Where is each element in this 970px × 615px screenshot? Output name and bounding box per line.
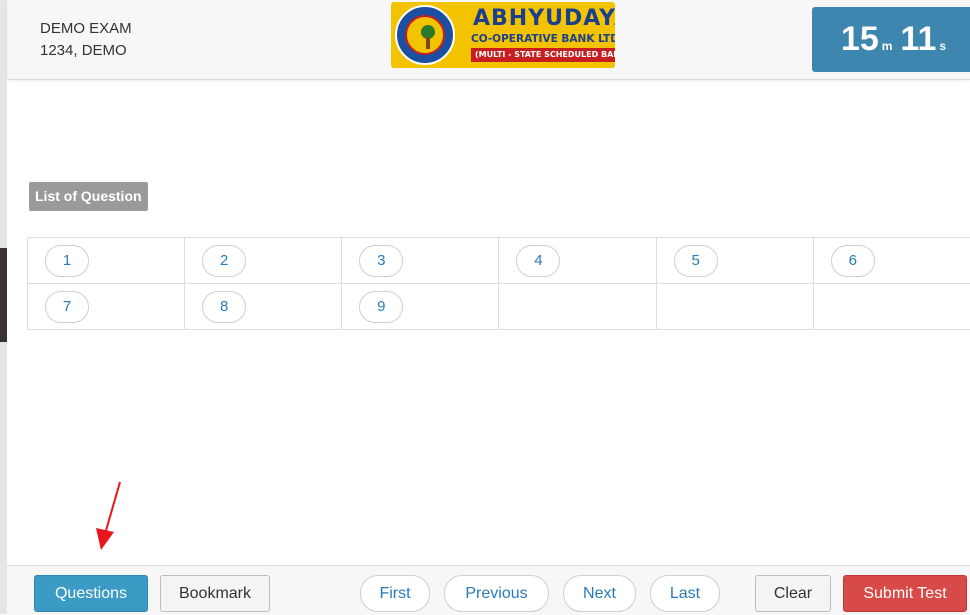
question-button-7[interactable]: 7	[45, 291, 89, 323]
questions-button[interactable]: Questions	[34, 575, 148, 612]
question-button-1[interactable]: 1	[45, 245, 89, 277]
timer-minutes-unit: m	[882, 39, 893, 53]
exam-name: DEMO EXAM	[40, 18, 132, 40]
last-button[interactable]: Last	[650, 575, 720, 612]
question-cell-empty	[656, 284, 813, 330]
countdown-timer: 15m 11s	[812, 7, 970, 72]
timer-seconds-unit: s	[939, 39, 946, 53]
timer-minutes: 15	[841, 20, 879, 58]
candidate-info: DEMO EXAM 1234, DEMO	[40, 18, 132, 62]
header: DEMO EXAM 1234, DEMO ABHYUDAYA CO-OPERAT…	[7, 0, 970, 80]
question-list-label: List of Question	[29, 182, 148, 211]
bank-logo: ABHYUDAYA CO-OPERATIVE BANK LTD. (MULTI …	[391, 2, 615, 68]
timer-seconds: 11	[900, 20, 936, 58]
question-button-4[interactable]: 4	[516, 245, 560, 277]
red-arrow-icon	[92, 480, 132, 552]
bank-name: ABHYUDAYA	[473, 6, 615, 31]
question-cell: 6	[813, 238, 970, 284]
previous-button[interactable]: Previous	[444, 575, 549, 612]
submit-test-button[interactable]: Submit Test	[843, 575, 967, 612]
bank-seal-icon	[395, 5, 455, 65]
question-cell-empty	[499, 284, 656, 330]
question-button-9[interactable]: 9	[359, 291, 403, 323]
question-button-2[interactable]: 2	[202, 245, 246, 277]
question-button-3[interactable]: 3	[359, 245, 403, 277]
question-cell: 9	[342, 284, 499, 330]
left-edge-dark-block	[0, 248, 7, 342]
bank-subtitle: CO-OPERATIVE BANK LTD.	[471, 33, 615, 45]
question-cell: 2	[185, 238, 342, 284]
bookmark-button[interactable]: Bookmark	[160, 575, 270, 612]
question-button-5[interactable]: 5	[674, 245, 718, 277]
candidate-id: 1234, DEMO	[40, 40, 132, 62]
question-grid-row: 7 8 9	[28, 284, 970, 330]
question-cell: 5	[656, 238, 813, 284]
next-button[interactable]: Next	[563, 575, 636, 612]
question-cell: 3	[342, 238, 499, 284]
bank-tagline: (MULTI - STATE SCHEDULED BANK)	[471, 48, 615, 62]
clear-button[interactable]: Clear	[755, 575, 831, 612]
question-cell-empty	[813, 284, 970, 330]
question-cell: 4	[499, 238, 656, 284]
first-button[interactable]: First	[360, 575, 430, 612]
question-cell: 1	[28, 238, 185, 284]
question-grid-row: 1 2 3 4 5 6	[28, 238, 970, 284]
question-button-6[interactable]: 6	[831, 245, 875, 277]
question-cell: 8	[185, 284, 342, 330]
question-grid: 1 2 3 4 5 6 7 8 9	[27, 237, 970, 330]
footer-toolbar: Questions Bookmark First Previous Next L…	[7, 565, 970, 615]
left-edge-strip	[0, 0, 7, 614]
question-button-8[interactable]: 8	[202, 291, 246, 323]
question-cell: 7	[28, 284, 185, 330]
